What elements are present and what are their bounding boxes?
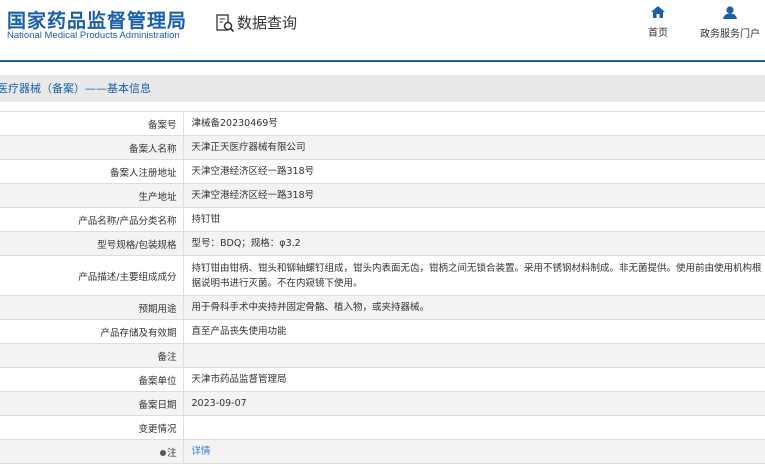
nav-gov-portal[interactable]: 政务服务门户 bbox=[700, 6, 760, 40]
table-row: 生产地址 天津空港经济区经一路318号 bbox=[0, 183, 765, 208]
row-label: 型号规格/包装规格 bbox=[0, 231, 184, 256]
row-value: 持钉钳 bbox=[183, 207, 765, 232]
table-row: 备案人名称 天津正天医疗器械有限公司 bbox=[0, 135, 765, 160]
row-label: 备注 bbox=[0, 343, 184, 368]
table-row: 备案日期 2023-09-07 bbox=[0, 391, 765, 416]
row-value: 天津空港经济区经一路318号 bbox=[183, 159, 765, 184]
data-query-label: 数据查询 bbox=[237, 14, 298, 32]
row-label: 产品名称/产品分类名称 bbox=[0, 207, 184, 232]
row-label: 备案人注册地址 bbox=[0, 159, 184, 184]
user-icon bbox=[723, 6, 737, 19]
note-label: 注 bbox=[166, 447, 177, 459]
table-row: 备案号 津械备20230469号 bbox=[0, 111, 765, 136]
home-icon bbox=[651, 6, 665, 18]
table-row: 产品描述/主要组成成分 持钉钳由钳柄、钳头和铆轴螺钉组成，钳头内表面无齿，钳柄之间… bbox=[0, 255, 765, 296]
row-value bbox=[183, 415, 765, 440]
table-row: 型号规格/包装规格 型号：BDQ；规格：φ3.2 bbox=[0, 231, 765, 256]
nav-portal-label: 政务服务门户 bbox=[700, 29, 760, 40]
row-value: 直至产品丧失使用功能 bbox=[183, 319, 765, 344]
table-row: 变更情况 bbox=[0, 415, 765, 440]
table-row: 注 详情 bbox=[0, 439, 765, 464]
table-row: 产品名称/产品分类名称 持钉钳 bbox=[0, 207, 765, 232]
row-value: 津械备20230469号 bbox=[183, 111, 765, 136]
row-label: 产品描述/主要组成成分 bbox=[0, 255, 184, 296]
row-value bbox=[183, 343, 765, 368]
table-row: 预期用途 用于骨科手术中夹持并固定骨骼、植入物，或夹持器械。 bbox=[0, 295, 765, 320]
table-row: 备案单位 天津市药品监督管理局 bbox=[0, 367, 765, 392]
row-label: 预期用途 bbox=[0, 295, 184, 320]
logo-title[interactable]: 国家药品监督管理局 bbox=[7, 6, 187, 33]
nav-home[interactable]: 首页 bbox=[648, 6, 668, 39]
row-label: 备案人名称 bbox=[0, 135, 184, 160]
details-link[interactable]: 详情 bbox=[192, 446, 211, 457]
row-value: 2023-09-07 bbox=[183, 391, 765, 416]
row-value: 用于骨科手术中夹持并固定骨骼、植入物，或夹持器械。 bbox=[183, 295, 765, 320]
row-label: 备案号 bbox=[0, 111, 184, 136]
info-table: 备案号 津械备20230469号 备案人名称 天津正天医疗器械有限公司 备案人注册地… bbox=[0, 111, 765, 464]
row-value: 详情 bbox=[183, 439, 765, 464]
row-value: 型号：BDQ；规格：φ3.2 bbox=[183, 231, 765, 256]
nav-home-label: 首页 bbox=[648, 28, 668, 39]
row-label-note: 注 bbox=[0, 439, 184, 464]
row-value: 持钉钳由钳柄、钳头和铆轴螺钉组成，钳头内表面无齿，钳柄之间无锁合装置。采用不锈钢… bbox=[183, 255, 765, 296]
row-label: 产品存储及有效期 bbox=[0, 319, 184, 344]
table-row: 产品存储及有效期 直至产品丧失使用功能 bbox=[0, 319, 765, 344]
table-row: 备案人注册地址 天津空港经济区经一路318号 bbox=[0, 159, 765, 184]
row-value: 天津正天医疗器械有限公司 bbox=[183, 135, 765, 160]
logo-subtitle: National Medical Products Administration bbox=[7, 30, 180, 41]
table-row: 备注 bbox=[0, 343, 765, 368]
section-title: 医疗器械（备案）——基本信息 bbox=[0, 75, 765, 102]
row-label: 生产地址 bbox=[0, 183, 184, 208]
row-label: 备案单位 bbox=[0, 367, 184, 392]
site-header: 国家药品监督管理局 National Medical Products Admi… bbox=[0, 0, 765, 62]
data-query-title: 数据查询 bbox=[215, 12, 297, 33]
row-value: 天津空港经济区经一路318号 bbox=[183, 183, 765, 208]
row-label: 备案日期 bbox=[0, 391, 184, 416]
row-value: 天津市药品监督管理局 bbox=[183, 367, 765, 392]
bullet-icon bbox=[159, 449, 166, 456]
document-search-icon bbox=[216, 13, 235, 32]
row-label: 变更情况 bbox=[0, 415, 184, 440]
